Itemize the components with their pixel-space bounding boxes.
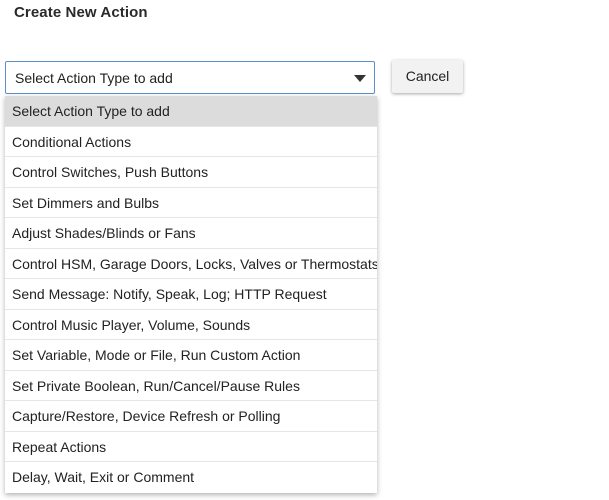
dropdown-option[interactable]: Select Action Type to add	[5, 96, 377, 127]
dropdown-option[interactable]: Set Variable, Mode or File, Run Custom A…	[5, 340, 377, 371]
page-title: Create New Action	[14, 4, 148, 21]
dropdown-option[interactable]: Set Private Boolean, Run/Cancel/Pause Ru…	[5, 371, 377, 401]
caret-down-icon[interactable]	[354, 75, 366, 82]
select-value: Select Action Type to add	[15, 70, 173, 86]
dropdown-option[interactable]: Send Message: Notify, Speak, Log; HTTP R…	[5, 279, 377, 310]
cancel-button[interactable]: Cancel	[392, 60, 463, 93]
action-type-dropdown-list: Select Action Type to add Conditional Ac…	[5, 96, 377, 493]
create-action-page: Create New Action Select Action Type to …	[0, 0, 609, 500]
dropdown-option[interactable]: Set Dimmers and Bulbs	[5, 188, 377, 218]
action-type-select[interactable]: Select Action Type to add	[5, 61, 375, 94]
dropdown-option[interactable]: Control HSM, Garage Doors, Locks, Valves…	[5, 249, 377, 279]
dropdown-option[interactable]: Adjust Shades/Blinds or Fans	[5, 218, 377, 249]
dropdown-option[interactable]: Delay, Wait, Exit or Comment	[5, 462, 377, 493]
dropdown-option[interactable]: Capture/Restore, Device Refresh or Polli…	[5, 401, 377, 432]
dropdown-option[interactable]: Control Music Player, Volume, Sounds	[5, 310, 377, 340]
dropdown-option[interactable]: Conditional Actions	[5, 127, 377, 157]
dropdown-option[interactable]: Control Switches, Push Buttons	[5, 157, 377, 188]
dropdown-option[interactable]: Repeat Actions	[5, 432, 377, 462]
